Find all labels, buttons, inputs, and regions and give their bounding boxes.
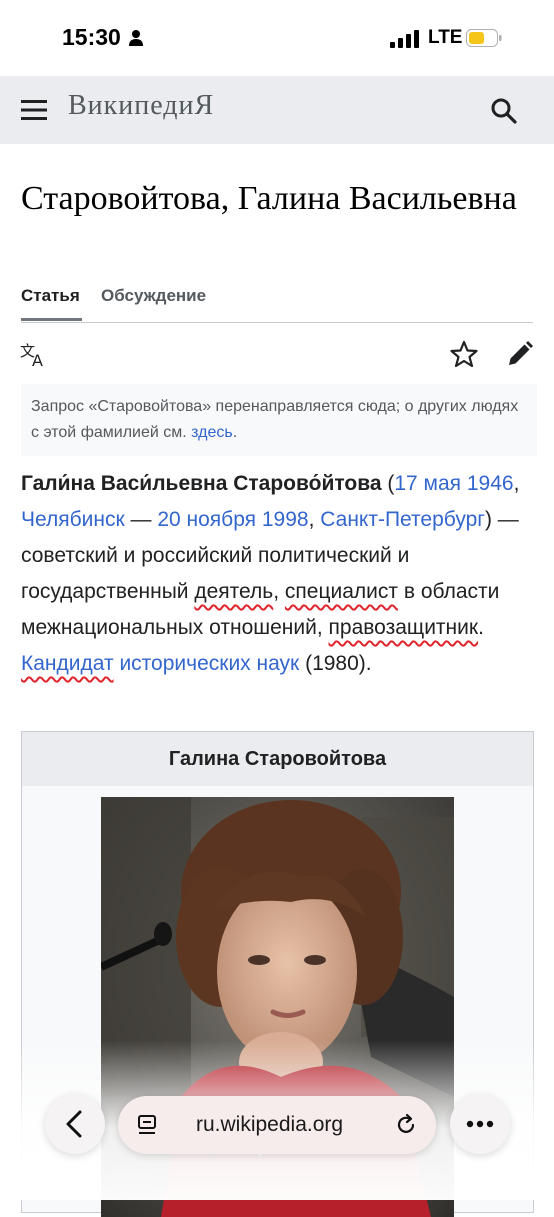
text-fragment: , — [308, 508, 321, 531]
birth-date-link[interactable]: 17 мая 1946 — [394, 472, 513, 495]
tab-discussion[interactable]: Обсуждение — [101, 286, 206, 306]
lead-paragraph: Гали́на Васи́льевна Старово́йтова (17 ма… — [21, 466, 537, 682]
language-translate-icon[interactable]: 文 A — [20, 340, 48, 368]
page-menu-icon[interactable] — [136, 1113, 160, 1137]
watchlist-star-icon[interactable] — [450, 340, 478, 368]
hatnote-text: Запрос «Старовойтова» перенаправляется с… — [31, 398, 519, 441]
more-button[interactable] — [450, 1094, 510, 1154]
wikipedia-logo[interactable]: ВикипедиЯ — [68, 90, 214, 122]
chevron-left-icon — [66, 1110, 82, 1138]
tab-article[interactable]: Статья — [21, 286, 82, 321]
article-tabs: Статья Обсуждение — [21, 286, 533, 323]
back-button[interactable] — [45, 1094, 105, 1154]
person-icon — [129, 30, 143, 46]
subject-name: Гали́на Васи́льевна Старово́йтова — [21, 472, 382, 495]
death-date-link[interactable]: 20 ноября 1998 — [157, 508, 308, 531]
url-text: ru.wikipedia.org — [196, 1113, 344, 1136]
text-fragment: (1980). — [299, 652, 372, 675]
search-icon[interactable] — [490, 97, 518, 125]
hamburger-menu-icon[interactable] — [21, 99, 47, 121]
hatnote: Запрос «Старовойтова» перенаправляется с… — [21, 384, 537, 456]
hatnote-end: . — [232, 424, 238, 441]
spellcheck-word: специалист — [284, 580, 399, 603]
edit-pencil-icon[interactable] — [506, 340, 534, 368]
text-fragment: ( — [381, 472, 395, 495]
status-bar: 15:30 LTE — [0, 0, 554, 76]
birth-place-link[interactable]: Челябинск — [21, 508, 125, 531]
text-fragment: , — [273, 580, 285, 603]
spellcheck-word: деятель — [194, 580, 274, 603]
death-place-link[interactable]: Санкт-Петербург — [320, 508, 485, 531]
page-title: Старовойтова, Галина Васильевна — [21, 180, 517, 217]
candidate-link[interactable]: Кандидат — [21, 652, 114, 675]
svg-text:A: A — [32, 351, 43, 368]
network-type: LTE — [428, 27, 463, 48]
reload-icon[interactable] — [394, 1113, 418, 1137]
science-degree-link[interactable]: исторических наук — [119, 652, 299, 675]
cellular-signal-icon — [390, 30, 419, 48]
spellcheck-word: правозащитник — [328, 616, 479, 639]
text-fragment: . — [478, 616, 484, 639]
text-fragment: — — [124, 508, 158, 531]
ellipsis-icon — [466, 1120, 494, 1128]
text-fragment: , — [513, 472, 520, 495]
infobox-title: Галина Старовойтова — [22, 732, 533, 786]
hatnote-link[interactable]: здесь — [191, 424, 233, 441]
status-time: 15:30 — [62, 24, 121, 50]
battery-icon — [466, 29, 502, 47]
address-bar[interactable]: ru.wikipedia.org — [118, 1096, 436, 1154]
